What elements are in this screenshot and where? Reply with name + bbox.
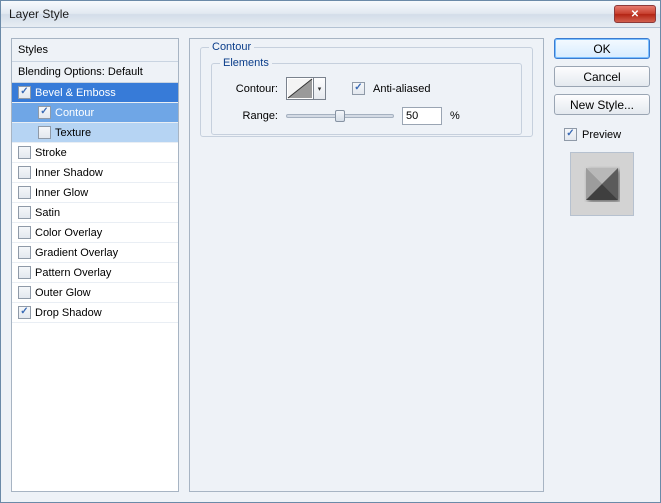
- style-label: Inner Glow: [35, 187, 88, 199]
- style-label: Pattern Overlay: [35, 267, 111, 279]
- style-checkbox[interactable]: [18, 306, 31, 319]
- contour-row: Contour: ▾: [226, 77, 430, 100]
- window-title: Layer Style: [9, 7, 614, 21]
- style-label: Texture: [55, 127, 91, 139]
- style-item-contour[interactable]: Contour: [12, 103, 178, 123]
- style-checkbox[interactable]: [18, 86, 31, 99]
- contour-group-title: Contour: [209, 41, 254, 53]
- dialog-content: Styles Blending Options: Default Bevel &…: [1, 28, 660, 502]
- range-slider[interactable]: [286, 114, 394, 118]
- preview-shape: [584, 166, 620, 202]
- style-item-drop-shadow[interactable]: Drop Shadow: [12, 303, 178, 323]
- style-item-pattern-overlay[interactable]: Pattern Overlay: [12, 263, 178, 283]
- style-item-stroke[interactable]: Stroke: [12, 143, 178, 163]
- contour-curve-picker[interactable]: [286, 77, 314, 100]
- style-checkbox[interactable]: [18, 146, 31, 159]
- style-checkbox[interactable]: [18, 246, 31, 259]
- style-label: Bevel & Emboss: [35, 87, 116, 99]
- new-style-button[interactable]: New Style...: [554, 94, 650, 115]
- chevron-down-icon: ▾: [318, 85, 322, 93]
- preview-label: Preview: [582, 129, 621, 141]
- close-button[interactable]: ✕: [614, 5, 656, 23]
- ok-button[interactable]: OK: [554, 38, 650, 59]
- range-input[interactable]: [402, 107, 442, 125]
- style-checkbox[interactable]: [18, 266, 31, 279]
- close-icon: ✕: [631, 9, 639, 20]
- style-list: Bevel & Emboss Contour Texture Stroke Inner …: [12, 83, 178, 323]
- style-label: Drop Shadow: [35, 307, 102, 319]
- sidebar-blending-options[interactable]: Blending Options: Default: [12, 62, 178, 83]
- layer-style-dialog: Layer Style ✕ Styles Blending Options: D…: [0, 0, 661, 503]
- style-label: Contour: [55, 107, 94, 119]
- style-label: Satin: [35, 207, 60, 219]
- style-checkbox[interactable]: [18, 166, 31, 179]
- style-item-bevel-emboss[interactable]: Bevel & Emboss: [12, 83, 178, 103]
- style-label: Stroke: [35, 147, 67, 159]
- style-checkbox[interactable]: [18, 186, 31, 199]
- sidebar-header[interactable]: Styles: [12, 39, 178, 62]
- range-slider-thumb[interactable]: [335, 110, 345, 122]
- style-item-satin[interactable]: Satin: [12, 203, 178, 223]
- style-item-outer-glow[interactable]: Outer Glow: [12, 283, 178, 303]
- style-item-inner-glow[interactable]: Inner Glow: [12, 183, 178, 203]
- range-unit: %: [450, 110, 460, 122]
- contour-group: Contour Elements Contour:: [200, 47, 533, 137]
- preview-thumbnail: [570, 152, 634, 216]
- range-row: Range: %: [226, 107, 460, 125]
- style-label: Color Overlay: [35, 227, 102, 239]
- style-item-gradient-overlay[interactable]: Gradient Overlay: [12, 243, 178, 263]
- elements-group: Elements Contour:: [211, 63, 522, 135]
- cancel-button[interactable]: Cancel: [554, 66, 650, 87]
- style-checkbox[interactable]: [38, 126, 51, 139]
- style-label: Inner Shadow: [35, 167, 103, 179]
- style-item-texture[interactable]: Texture: [12, 123, 178, 143]
- anti-aliased-label: Anti-aliased: [373, 83, 430, 95]
- styles-sidebar: Styles Blending Options: Default Bevel &…: [11, 38, 179, 492]
- style-label: Outer Glow: [35, 287, 91, 299]
- preview-row: Preview: [564, 128, 650, 141]
- anti-aliased-checkbox[interactable]: [352, 82, 365, 95]
- titlebar: Layer Style ✕: [1, 1, 660, 28]
- style-label: Gradient Overlay: [35, 247, 118, 259]
- style-checkbox[interactable]: [38, 106, 51, 119]
- sidebar-empty: [12, 323, 178, 491]
- main-panel: Contour Elements Contour:: [189, 38, 544, 492]
- contour-dropdown-button[interactable]: ▾: [314, 77, 326, 100]
- contour-label: Contour:: [226, 83, 278, 95]
- style-checkbox[interactable]: [18, 206, 31, 219]
- style-item-inner-shadow[interactable]: Inner Shadow: [12, 163, 178, 183]
- style-item-color-overlay[interactable]: Color Overlay: [12, 223, 178, 243]
- right-column: OK Cancel New Style... Preview: [554, 38, 650, 492]
- preview-checkbox[interactable]: [564, 128, 577, 141]
- style-checkbox[interactable]: [18, 286, 31, 299]
- style-checkbox[interactable]: [18, 226, 31, 239]
- elements-group-title: Elements: [220, 57, 272, 69]
- range-label: Range:: [226, 110, 278, 122]
